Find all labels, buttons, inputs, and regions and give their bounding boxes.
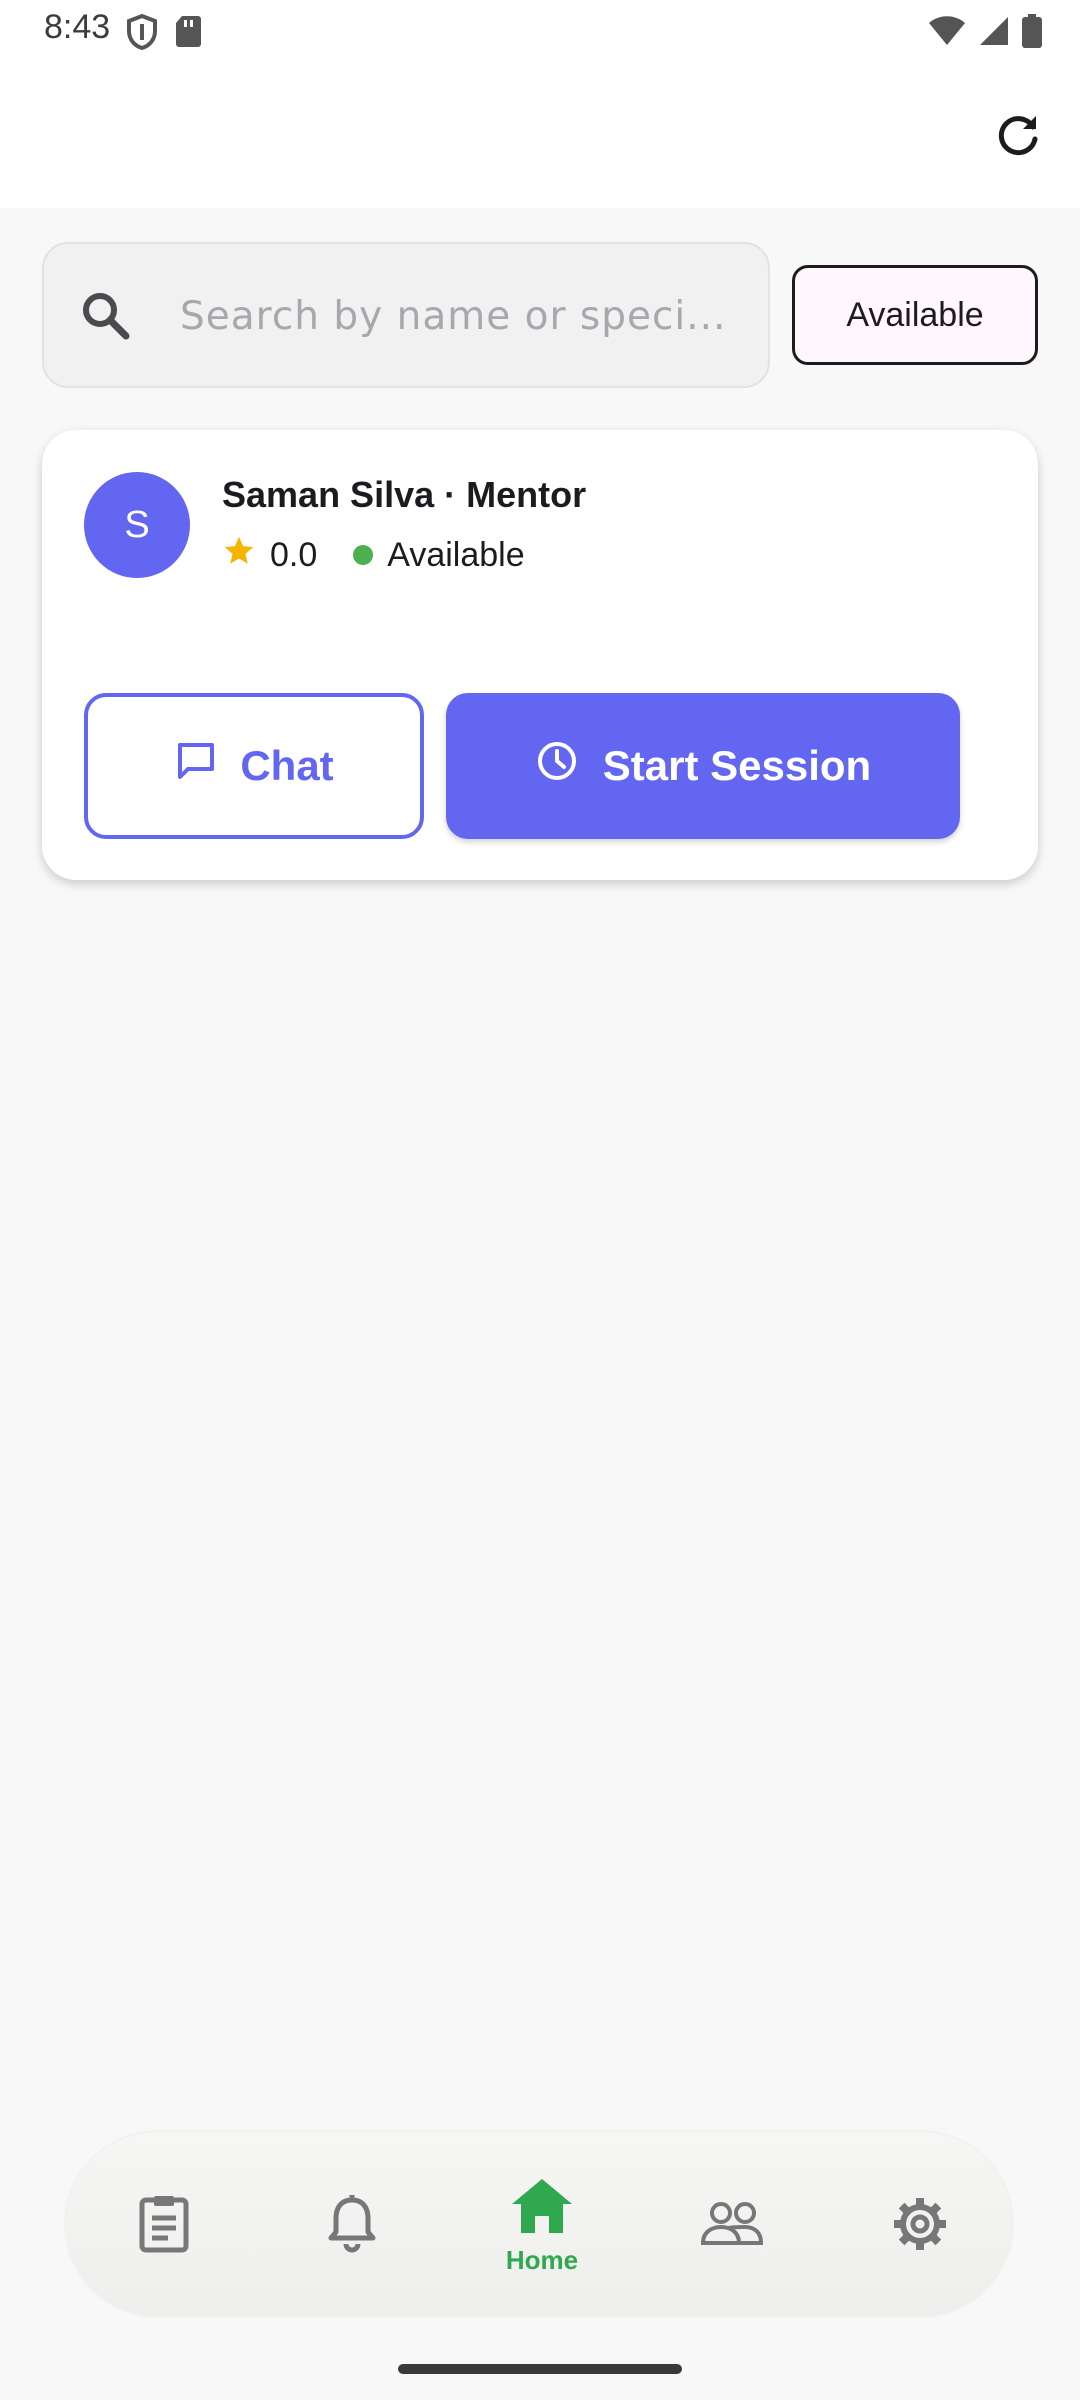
status-time: 8:43 xyxy=(44,8,111,46)
people-icon xyxy=(699,2199,765,2254)
start-session-button[interactable]: Start Session xyxy=(446,693,960,839)
home-indicator[interactable] xyxy=(398,2364,682,2374)
availability-status: Available xyxy=(387,535,525,574)
gear-icon xyxy=(890,2194,950,2259)
chat-button[interactable]: Chat xyxy=(84,693,424,839)
nav-label-home: Home xyxy=(505,2245,579,2275)
start-session-label: Start Session xyxy=(602,742,872,789)
clipboard-icon xyxy=(136,2194,192,2259)
refresh-button[interactable] xyxy=(986,104,1050,168)
avatar-initial: S xyxy=(124,503,150,546)
home-icon xyxy=(509,2176,575,2241)
nav-item-settings[interactable] xyxy=(840,2132,1000,2320)
nav-item-notifications[interactable] xyxy=(272,2132,432,2320)
rating-value: 0.0 xyxy=(270,535,318,574)
nav-item-tasks[interactable] xyxy=(84,2132,244,2320)
shield-icon xyxy=(126,13,158,55)
mentor-meta: 0.0 Available xyxy=(222,530,525,580)
nav-item-people[interactable] xyxy=(652,2132,812,2320)
bell-icon xyxy=(326,2194,378,2259)
avatar: S xyxy=(84,472,190,578)
battery-icon xyxy=(1022,14,1042,53)
bottom-navigation: Home xyxy=(64,2130,1014,2318)
mentor-card[interactable]: S Saman Silva · Mentor 0.0 Available Cha… xyxy=(42,430,1038,880)
search-box[interactable] xyxy=(42,242,770,388)
filter-label: Available xyxy=(846,295,984,334)
refresh-icon xyxy=(994,110,1042,163)
chat-bubble-icon xyxy=(174,739,218,793)
mentor-name: Saman Silva · Mentor xyxy=(222,474,587,515)
app-bar xyxy=(0,64,1080,208)
chat-label: Chat xyxy=(240,742,334,789)
sd-card-icon xyxy=(174,14,202,55)
nav-item-home[interactable]: Home xyxy=(462,2132,622,2320)
wifi-icon xyxy=(928,15,966,52)
search-icon xyxy=(78,288,134,349)
signal-icon xyxy=(978,15,1010,52)
status-bar: 8:43 xyxy=(0,0,1080,64)
star-icon xyxy=(222,534,256,577)
availability-filter-button[interactable]: Available xyxy=(792,265,1038,365)
search-input[interactable] xyxy=(180,284,740,348)
clock-icon xyxy=(535,739,579,793)
status-dot xyxy=(353,545,374,565)
